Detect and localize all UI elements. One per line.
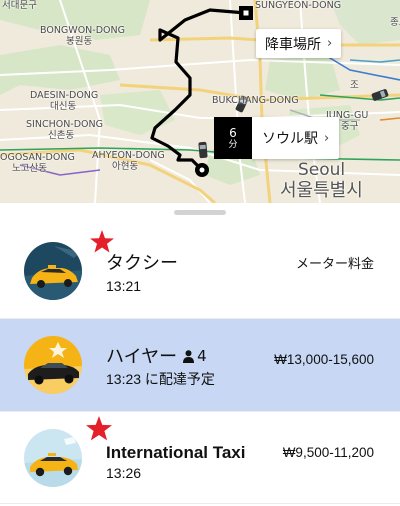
product-name-line: ハイヤー 4 [106,345,207,369]
pickup-eta-badge: 6 分 [214,117,252,159]
map-label: 종로 [390,17,400,28]
map-label-city-ko: 서울특별시 [280,180,363,201]
product-name: International Taxi [106,443,246,462]
map-label: AHYEON-DONG [92,150,165,161]
map-label: 봉원동 [66,36,93,47]
chevron-right-icon: › [324,130,330,146]
product-row-hire[interactable]: ハイヤー 4 13:23 に配達予定 ₩13,000-15,600 [0,319,400,411]
map-label: DAESIN-DONG [30,90,99,101]
map-label: 서대문구 [2,0,37,11]
map-label: 신촌동 [48,130,75,141]
map-label: 대신동 [50,101,77,112]
map-label: 아현동 [112,161,139,172]
eta-unit: 分 [228,139,238,150]
product-row-taxi[interactable]: タクシー 13:21 メーター料金 [0,226,400,318]
featured-star-icon [86,416,112,441]
map-label-city: Seoul [298,160,346,180]
capacity-value: 4 [197,347,207,365]
featured-star-icon [90,230,114,253]
dropoff-callout[interactable]: 降車場所 › [256,29,342,58]
map-label: SUNGYEON-DONG [255,0,342,11]
product-eta: 13:26 [106,465,142,481]
sedan-car-icon [24,336,82,394]
product-eta: 13:23 に配達予定 [106,371,215,387]
car-icon [198,141,208,159]
product-price: ₩13,000-15,600 [274,352,374,367]
product-eta: 13:21 [106,278,142,294]
map-label: 조 [350,80,359,91]
product-price: メーター料金 [295,257,374,272]
eta-value: 6 [229,125,237,140]
product-row-international-taxi[interactable]: International Taxi 13:26 ₩9,500-11,200 [0,412,400,504]
person-icon [183,349,195,363]
map-label: SINCHON-DONG [26,119,103,130]
map-label: 중구 [341,121,359,132]
map-label: OGOSAN-DONG [0,152,75,163]
row-divider [0,503,400,504]
product-sheet: タクシー 13:21 メーター料金 ハイヤー 4 13:23 に配達予定 ₩13,… [0,203,400,506]
map-label: BUKCHANG-DONG [212,95,299,106]
product-name: タクシー [106,253,178,274]
sheet-drag-handle[interactable] [174,210,226,215]
map-label: 노고산동 [12,163,47,174]
chevron-right-icon: › [327,36,333,51]
product-name: ハイヤー [106,346,178,368]
product-price: ₩9,500-11,200 [282,445,374,460]
pickup-label: ソウル駅 [262,131,318,147]
pickup-callout[interactable]: ソウル駅 › [252,117,340,159]
route-map[interactable]: 서대문구 SUNGYEON-DONG BONGWON-DONG 봉원동 DAES… [0,0,400,203]
taxi-car-icon [24,242,82,300]
dropoff-label: 降車場所 [265,36,321,53]
map-label: BONGWON-DONG [40,25,125,36]
international-taxi-car-icon [24,429,82,487]
capacity-indicator: 4 [183,345,207,367]
